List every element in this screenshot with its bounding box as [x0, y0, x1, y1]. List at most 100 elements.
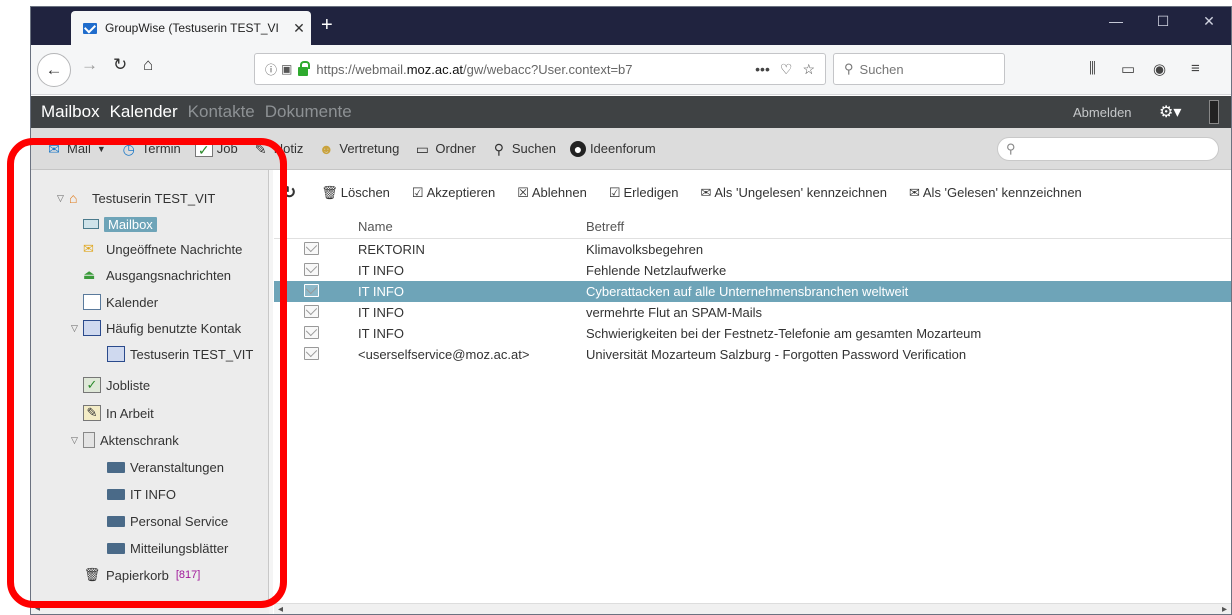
mark-unread-button[interactable]: ✉ Als 'Ungelesen' kennzeichnen — [700, 185, 887, 201]
tree-item-mitteilungen[interactable]: Mitteilungsblätter — [107, 536, 228, 560]
check-box-icon: ☑ — [411, 184, 424, 200]
table-row[interactable]: IT INFO vermehrte Flut an SPAM-Mails — [274, 302, 1231, 323]
new-tab-button[interactable]: + — [321, 15, 333, 35]
home-icon[interactable]: ⌂ — [143, 55, 153, 75]
table-row[interactable]: <userselfservice@moz.ac.at> Universität … — [274, 344, 1231, 365]
tree-item-mailbox[interactable]: Mailbox — [83, 212, 157, 236]
gear-icon[interactable]: ⚙▾ — [1159, 102, 1181, 122]
vertretung-button[interactable]: ☻ Vertretung — [317, 141, 399, 157]
column-betreff[interactable]: Betreff — [586, 219, 624, 234]
browser-search-input[interactable]: ⚲ Suchen — [833, 53, 1005, 85]
panel-splitter[interactable] — [269, 170, 273, 614]
folder-icon — [107, 488, 125, 500]
tree-item-ausgang[interactable]: ⏏ Ausgangsnachrichten — [83, 263, 231, 287]
nav-kontakte[interactable]: Kontakte — [188, 102, 255, 122]
reload-icon[interactable]: ↻ — [113, 55, 127, 75]
nav-kalender[interactable]: Kalender — [110, 102, 178, 122]
open-envelope-icon — [304, 305, 319, 318]
mark-read-button[interactable]: ✉ Als 'Gelesen' kennzeichnen — [909, 185, 1082, 201]
notiz-button[interactable]: ✎ Notiz — [252, 141, 304, 157]
mail-button[interactable]: ✉ Mail ▼ — [45, 141, 106, 157]
mail-icon: ✉ — [48, 140, 60, 157]
message-sender: IT INFO — [358, 305, 404, 320]
groupwise-favicon-icon — [83, 22, 97, 34]
nav-dokumente[interactable]: Dokumente — [265, 102, 352, 122]
scroll-left-icon[interactable]: ◂ — [35, 603, 40, 614]
sidebar-icon[interactable]: ▭ — [1121, 60, 1135, 78]
accept-button[interactable]: ☑ Akzeptieren — [412, 185, 495, 201]
logout-link[interactable]: Abmelden — [1073, 105, 1132, 120]
checkbox-icon: ✓ — [194, 140, 213, 158]
info-icon[interactable]: ⓘ — [265, 61, 277, 78]
collapse-triangle-icon[interactable]: ▽ — [71, 323, 83, 334]
table-row[interactable]: REKTORIN Klimavolksbegehren — [274, 239, 1231, 260]
message-sender: IT INFO — [358, 284, 404, 299]
tree-item-jobliste[interactable]: ✓ Jobliste — [83, 373, 150, 397]
scroll-left-icon[interactable]: ◂ — [278, 604, 283, 614]
tree-item-inarbeit[interactable]: ✎ In Arbeit — [83, 401, 154, 425]
menu-icon[interactable]: ≡ — [1191, 60, 1200, 77]
refresh-button[interactable]: ↻ — [282, 183, 299, 203]
suchen-button[interactable]: ⚲ Suchen — [490, 141, 556, 157]
envelope-icon: ✉ — [700, 184, 712, 200]
tree-item-itinfo[interactable]: IT INFO — [107, 482, 176, 506]
pocket-icon[interactable]: ♡ — [780, 61, 793, 78]
ideenforum-button[interactable]: ● Ideenforum — [569, 140, 656, 157]
collapse-triangle-icon[interactable]: ▽ — [71, 435, 83, 446]
url-bar[interactable]: ⓘ ▣ https://webmail.moz.ac.at/gw/webacc?… — [254, 53, 826, 85]
complete-button[interactable]: ☑ Erledigen — [609, 185, 679, 201]
message-sender: IT INFO — [358, 326, 404, 341]
tree-item-haeufig[interactable]: ▽ Häufig benutzte Kontak — [71, 316, 241, 340]
decline-button[interactable]: ☒ Ablehnen — [517, 185, 587, 201]
tree-item-contact[interactable]: Testuserin TEST_VIT — [107, 342, 253, 366]
scroll-right-icon[interactable]: ▸ — [1222, 604, 1227, 614]
url-text[interactable]: https://webmail.moz.ac.at/gw/webacc?User… — [316, 62, 755, 77]
folder-tree: ▽ ⌂ Testuserin TEST_VIT Mailbox ✉ Ungeöf… — [31, 170, 269, 614]
collapse-triangle-icon[interactable]: ▽ — [57, 193, 69, 204]
delete-button[interactable]: 🗑 Löschen — [321, 185, 390, 201]
contact-card-icon — [107, 346, 125, 362]
folder-icon: ▭ — [415, 140, 429, 157]
nav-mailbox[interactable]: Mailbox — [41, 102, 100, 122]
tree-scrollbar[interactable]: ◂ — [31, 603, 269, 614]
tree-item-veranstaltungen[interactable]: Veranstaltungen — [107, 455, 224, 479]
back-button[interactable]: ← — [37, 53, 71, 87]
maximize-button[interactable]: ☐ — [1143, 13, 1183, 30]
app-toolbar: ✉ Mail ▼ ◷ Termin ✓ Job ✎ Notiz ☻ Vertretung ▭… — [31, 128, 1231, 170]
ordner-button[interactable]: ▭ Ordner — [413, 140, 476, 157]
extension-icon[interactable]: ◉ — [1153, 60, 1166, 78]
tree-root[interactable]: ▽ ⌂ Testuserin TEST_VIT — [57, 186, 215, 210]
column-name[interactable]: Name — [358, 219, 393, 234]
library-icon[interactable]: ⫼ — [1089, 60, 1096, 77]
message-subject: Cyberattacken auf alle Unternehmensbranc… — [586, 284, 909, 299]
tree-item-papierkorb[interactable]: 🗑 Papierkorb [817] — [83, 563, 201, 587]
bookmark-star-icon[interactable]: ☆ — [802, 61, 815, 78]
page-actions-icon[interactable]: ••• — [755, 61, 770, 77]
browser-tab[interactable]: GroupWise (Testuserin TEST_VI ✕ — [71, 11, 311, 45]
lock-icon — [298, 60, 311, 76]
chevron-down-icon[interactable]: ▼ — [97, 144, 106, 154]
permissions-icon[interactable]: ▣ — [281, 62, 292, 76]
close-window-button[interactable]: ✕ — [1189, 13, 1229, 30]
termin-button[interactable]: ◷ Termin — [120, 141, 181, 157]
forward-arrow-icon[interactable]: → — [81, 55, 98, 75]
proxy-users-icon: ☻ — [319, 140, 334, 157]
tab-close-button[interactable]: ✕ — [287, 20, 311, 37]
tree-item-kalender[interactable]: Kalender — [83, 290, 158, 314]
job-button[interactable]: ✓ Job — [194, 140, 238, 158]
outbox-icon: ⏏ — [83, 267, 96, 282]
tasklist-icon: ✓ — [83, 377, 101, 393]
tree-item-aktenschrank[interactable]: ▽ Aktenschrank — [71, 428, 179, 452]
tree-item-personal[interactable]: Personal Service — [107, 509, 228, 533]
panel-toggle[interactable] — [1209, 100, 1219, 124]
table-row[interactable]: IT INFO Schwierigkeiten bei der Festnetz… — [274, 323, 1231, 344]
table-row[interactable]: IT INFO Fehlende Netzlaufwerke — [274, 260, 1231, 281]
tree-item-ungeoeffnete[interactable]: ✉ Ungeöffnete Nachrichte — [83, 237, 242, 261]
tab-title: GroupWise (Testuserin TEST_VI — [105, 21, 279, 35]
quick-search-input[interactable]: ⚲ — [997, 137, 1219, 161]
message-subject: Klimavolksbegehren — [586, 242, 704, 257]
list-horizontal-scrollbar[interactable]: ◂ ▸ — [274, 603, 1231, 614]
list-column-headers: Name Betreff — [274, 215, 1231, 239]
table-row-selected[interactable]: IT INFO Cyberattacken auf alle Unternehm… — [274, 281, 1231, 302]
minimize-button[interactable]: — — [1096, 13, 1136, 29]
